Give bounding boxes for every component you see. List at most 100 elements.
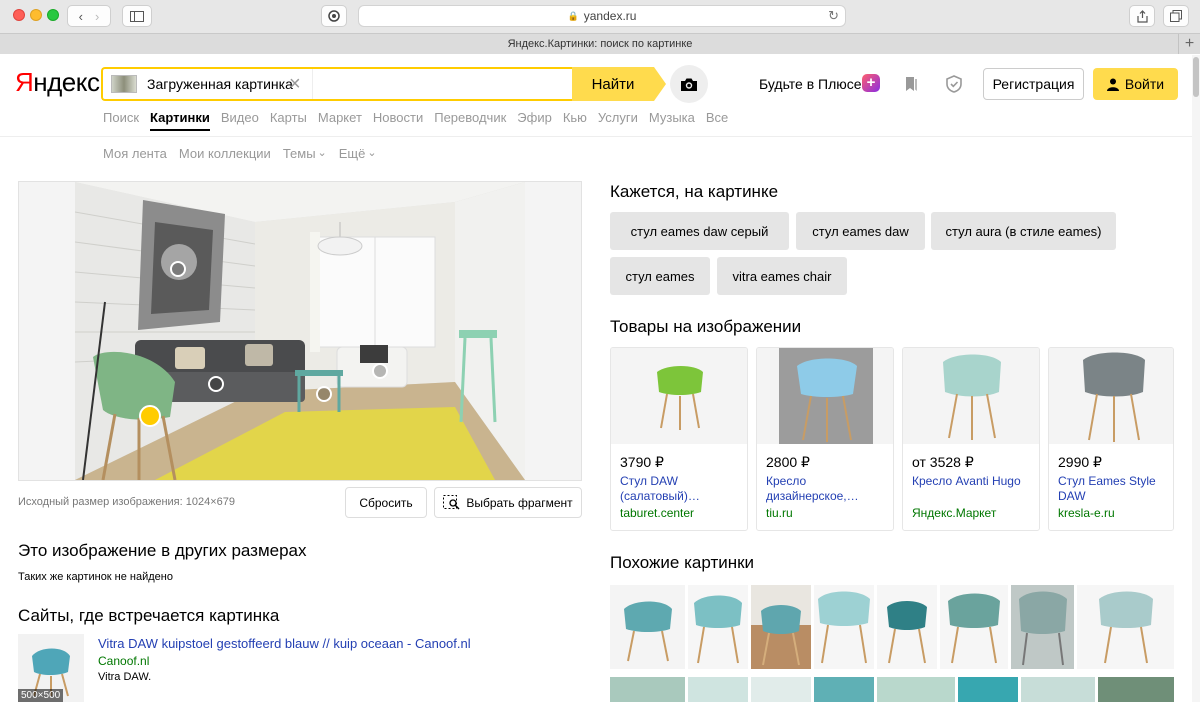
register-button[interactable]: Регистрация bbox=[983, 68, 1084, 100]
similar-image[interactable] bbox=[610, 677, 685, 702]
similar-image[interactable] bbox=[814, 585, 874, 669]
tag-chip[interactable]: стул eames bbox=[610, 257, 710, 295]
nav-item[interactable]: Музыка bbox=[649, 110, 695, 131]
nav-item[interactable]: Кью bbox=[563, 110, 587, 131]
page-scrollbar[interactable] bbox=[1192, 55, 1200, 702]
forward-icon[interactable]: › bbox=[95, 9, 99, 24]
site-result-domain[interactable]: Canoof.nl bbox=[98, 654, 149, 668]
plus-icon[interactable]: + bbox=[862, 74, 880, 92]
privacy-report-button[interactable] bbox=[321, 5, 347, 27]
site-result-link[interactable]: Vitra DAW kuipstoel gestoffeerd blauw //… bbox=[98, 636, 471, 651]
product-chair-seat bbox=[943, 354, 1001, 397]
site-thumbnail[interactable]: 500×500 bbox=[18, 634, 84, 702]
product-chair-seat bbox=[1083, 352, 1145, 397]
similar-image[interactable] bbox=[751, 677, 811, 702]
products-title: Товары на изображении bbox=[610, 317, 802, 336]
close-window-icon[interactable] bbox=[13, 9, 25, 21]
query-image-panel[interactable] bbox=[18, 181, 582, 481]
maximize-window-icon[interactable] bbox=[47, 9, 59, 21]
product-shop-link[interactable]: taburet.center bbox=[620, 506, 694, 520]
new-tab-icon[interactable]: + bbox=[1178, 34, 1200, 54]
active-tab-title[interactable]: Яндекс.Картинки: поиск по картинке bbox=[508, 38, 693, 50]
collections-icon[interactable] bbox=[901, 74, 921, 94]
nav-item[interactable]: Маркет bbox=[318, 110, 362, 131]
similar-image[interactable] bbox=[688, 585, 748, 669]
room-photo[interactable] bbox=[75, 182, 525, 480]
product-card[interactable]: 3790 ₽ Стул DAW (салатовый)… taburet.cen… bbox=[610, 347, 748, 531]
object-marker[interactable] bbox=[316, 386, 332, 402]
product-image[interactable] bbox=[611, 348, 748, 444]
product-name-link[interactable]: Стул DAW (салатовый)… bbox=[620, 474, 744, 504]
similar-image[interactable] bbox=[1098, 677, 1174, 702]
product-chair-seat bbox=[657, 366, 703, 395]
subnav-item[interactable]: Темы bbox=[283, 146, 316, 161]
subnav-item[interactable]: Ещё bbox=[339, 146, 366, 161]
product-shop-link[interactable]: tiu.ru bbox=[766, 506, 793, 520]
back-icon[interactable]: ‹ bbox=[79, 9, 83, 24]
login-button[interactable]: Войти bbox=[1093, 68, 1178, 100]
camera-search-button[interactable] bbox=[670, 65, 708, 103]
address-bar[interactable]: 🔒 yandex.ru ↻ bbox=[358, 5, 846, 27]
object-marker[interactable] bbox=[170, 261, 186, 277]
similar-image[interactable] bbox=[877, 677, 955, 702]
scrollbar-thumb[interactable] bbox=[1193, 57, 1199, 97]
product-shop-link[interactable]: kresla-e.ru bbox=[1058, 506, 1115, 520]
product-name-link[interactable]: Стул Eames Style DAW bbox=[1058, 474, 1173, 504]
product-card[interactable]: 2800 ₽ Кресло дизайнерское,… tiu.ru bbox=[756, 347, 894, 531]
product-price: от 3528 ₽ bbox=[912, 454, 974, 470]
subnav-item[interactable]: Моя лента bbox=[103, 146, 167, 161]
shield-check-icon[interactable] bbox=[944, 74, 964, 94]
product-name-link[interactable]: Кресло дизайнерское,… bbox=[766, 474, 890, 504]
tab-bar[interactable]: Яндекс.Картинки: поиск по картинке + bbox=[0, 33, 1200, 54]
object-marker[interactable] bbox=[372, 363, 388, 379]
tabs-overview-button[interactable] bbox=[1163, 5, 1189, 27]
product-name-link[interactable]: Кресло Avanti Hugo bbox=[912, 474, 1036, 489]
product-image[interactable] bbox=[757, 348, 894, 444]
nav-item[interactable]: Все bbox=[706, 110, 728, 131]
minimize-window-icon[interactable] bbox=[30, 9, 42, 21]
sidebar-toggle-button[interactable] bbox=[122, 5, 152, 27]
find-button[interactable]: Найти bbox=[572, 67, 666, 101]
yandex-logo[interactable]: Яндекс bbox=[15, 67, 100, 98]
product-card[interactable]: от 3528 ₽ Кресло Avanti Hugo Яндекс.Марк… bbox=[902, 347, 1040, 531]
selected-object-marker[interactable] bbox=[139, 405, 161, 427]
tag-chip[interactable]: стул eames daw bbox=[796, 212, 925, 250]
user-icon bbox=[1106, 78, 1119, 91]
back-forward-buttons[interactable]: ‹ › bbox=[67, 5, 111, 27]
nav-item[interactable]: Поиск bbox=[103, 110, 139, 131]
similar-image[interactable] bbox=[814, 677, 874, 702]
similar-image[interactable] bbox=[688, 677, 748, 702]
share-button[interactable] bbox=[1129, 5, 1155, 27]
clear-icon[interactable]: × bbox=[289, 72, 301, 96]
nav-item[interactable]: Услуги bbox=[598, 110, 638, 131]
select-fragment-button[interactable]: Выбрать фрагмент bbox=[434, 487, 582, 518]
nav-item[interactable]: Картинки bbox=[150, 110, 210, 131]
reset-button[interactable]: Сбросить bbox=[345, 487, 427, 518]
nav-item[interactable]: Карты bbox=[270, 110, 307, 131]
product-image[interactable] bbox=[1049, 348, 1174, 444]
similar-image[interactable] bbox=[1021, 677, 1095, 702]
similar-image[interactable] bbox=[958, 677, 1018, 702]
nav-item[interactable]: Новости bbox=[373, 110, 423, 131]
similar-image[interactable] bbox=[610, 585, 685, 669]
product-shop-link[interactable]: Яндекс.Маркет bbox=[912, 506, 996, 520]
nav-item[interactable]: Видео bbox=[221, 110, 259, 131]
product-card[interactable]: 2990 ₽ Стул Eames Style DAW kresla-e.ru bbox=[1048, 347, 1174, 531]
product-image[interactable] bbox=[903, 348, 1040, 444]
tag-chip[interactable]: стул aura (в стиле eames) bbox=[931, 212, 1116, 250]
similar-image[interactable] bbox=[940, 585, 1008, 669]
subnav-item[interactable]: Мои коллекции bbox=[179, 146, 271, 161]
nav-item[interactable]: Эфир bbox=[517, 110, 552, 131]
similar-image[interactable] bbox=[751, 585, 811, 669]
plus-promo-link[interactable]: Будьте в Плюсе bbox=[759, 76, 862, 92]
object-marker[interactable] bbox=[208, 376, 224, 392]
similar-title: Похожие картинки bbox=[610, 553, 755, 572]
reload-icon[interactable]: ↻ bbox=[828, 8, 839, 24]
similar-image[interactable] bbox=[877, 585, 937, 669]
similar-image[interactable] bbox=[1011, 585, 1074, 669]
thumbnail-size-badge: 500×500 bbox=[18, 689, 64, 702]
tag-chip[interactable]: стул eames daw серый bbox=[610, 212, 789, 250]
tag-chip[interactable]: vitra eames chair bbox=[717, 257, 847, 295]
nav-item[interactable]: Переводчик bbox=[434, 110, 506, 131]
similar-image[interactable] bbox=[1077, 585, 1174, 669]
